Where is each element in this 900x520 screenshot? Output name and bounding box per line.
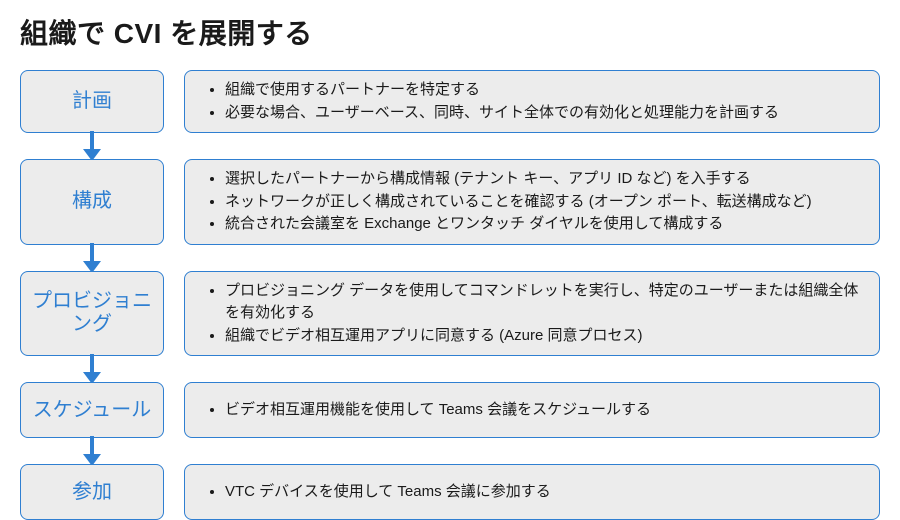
stage-desc: ビデオ相互運用機能を使用して Teams 会議をスケジュールする [184,382,880,438]
stage-label: 計画 [72,90,112,113]
desc-item: 統合された会議室を Exchange とワンタッチ ダイヤルを使用して構成する [225,213,812,236]
stage-desc: 選択したパートナーから構成情報 (テナント キー、アプリ ID など) を入手す… [184,159,880,245]
flow-arrow [20,133,164,159]
desc-item: 組織で使用するパートナーを特定する [225,79,779,102]
flow-row: プロビジョニング プロビジョニング データを使用してコマンドレットを実行し、特定… [20,271,880,357]
stage-schedule: スケジュール [20,382,164,438]
stage-configure: 構成 [20,159,164,245]
desc-item: 組織でビデオ相互運用アプリに同意する (Azure 同意プロセス) [225,325,865,348]
flow-row: 計画 組織で使用するパートナーを特定する 必要な場合、ユーザーベース、同時、サイ… [20,70,880,133]
flow-diagram: 計画 組織で使用するパートナーを特定する 必要な場合、ユーザーベース、同時、サイ… [20,70,880,520]
desc-item: VTC デバイスを使用して Teams 会議に参加する [225,481,551,504]
stage-label: 参加 [72,481,112,504]
flow-row: スケジュール ビデオ相互運用機能を使用して Teams 会議をスケジュールする [20,382,880,438]
stage-provision: プロビジョニング [20,271,164,357]
flow-arrow [20,438,164,464]
page-title: 組織で CVI を展開する [20,12,880,52]
stage-desc: 組織で使用するパートナーを特定する 必要な場合、ユーザーベース、同時、サイト全体… [184,70,880,133]
stage-label: プロビジョニング [27,290,157,336]
desc-item: 必要な場合、ユーザーベース、同時、サイト全体での有効化と処理能力を計画する [225,102,779,125]
flow-arrow [20,245,164,271]
desc-item: 選択したパートナーから構成情報 (テナント キー、アプリ ID など) を入手す… [225,168,812,191]
stage-join: 参加 [20,464,164,520]
stage-label: スケジュール [33,399,152,422]
flow-row: 参加 VTC デバイスを使用して Teams 会議に参加する [20,464,880,520]
flow-row: 構成 選択したパートナーから構成情報 (テナント キー、アプリ ID など) を… [20,159,880,245]
stage-plan: 計画 [20,70,164,133]
stage-desc: VTC デバイスを使用して Teams 会議に参加する [184,464,880,520]
desc-item: ビデオ相互運用機能を使用して Teams 会議をスケジュールする [225,399,651,422]
desc-item: プロビジョニング データを使用してコマンドレットを実行し、特定のユーザーまたは組… [225,280,865,325]
desc-item: ネットワークが正しく構成されていることを確認する (オープン ポート、転送構成な… [225,191,812,214]
stage-desc: プロビジョニング データを使用してコマンドレットを実行し、特定のユーザーまたは組… [184,271,880,357]
flow-arrow [20,356,164,382]
stage-label: 構成 [72,190,112,213]
